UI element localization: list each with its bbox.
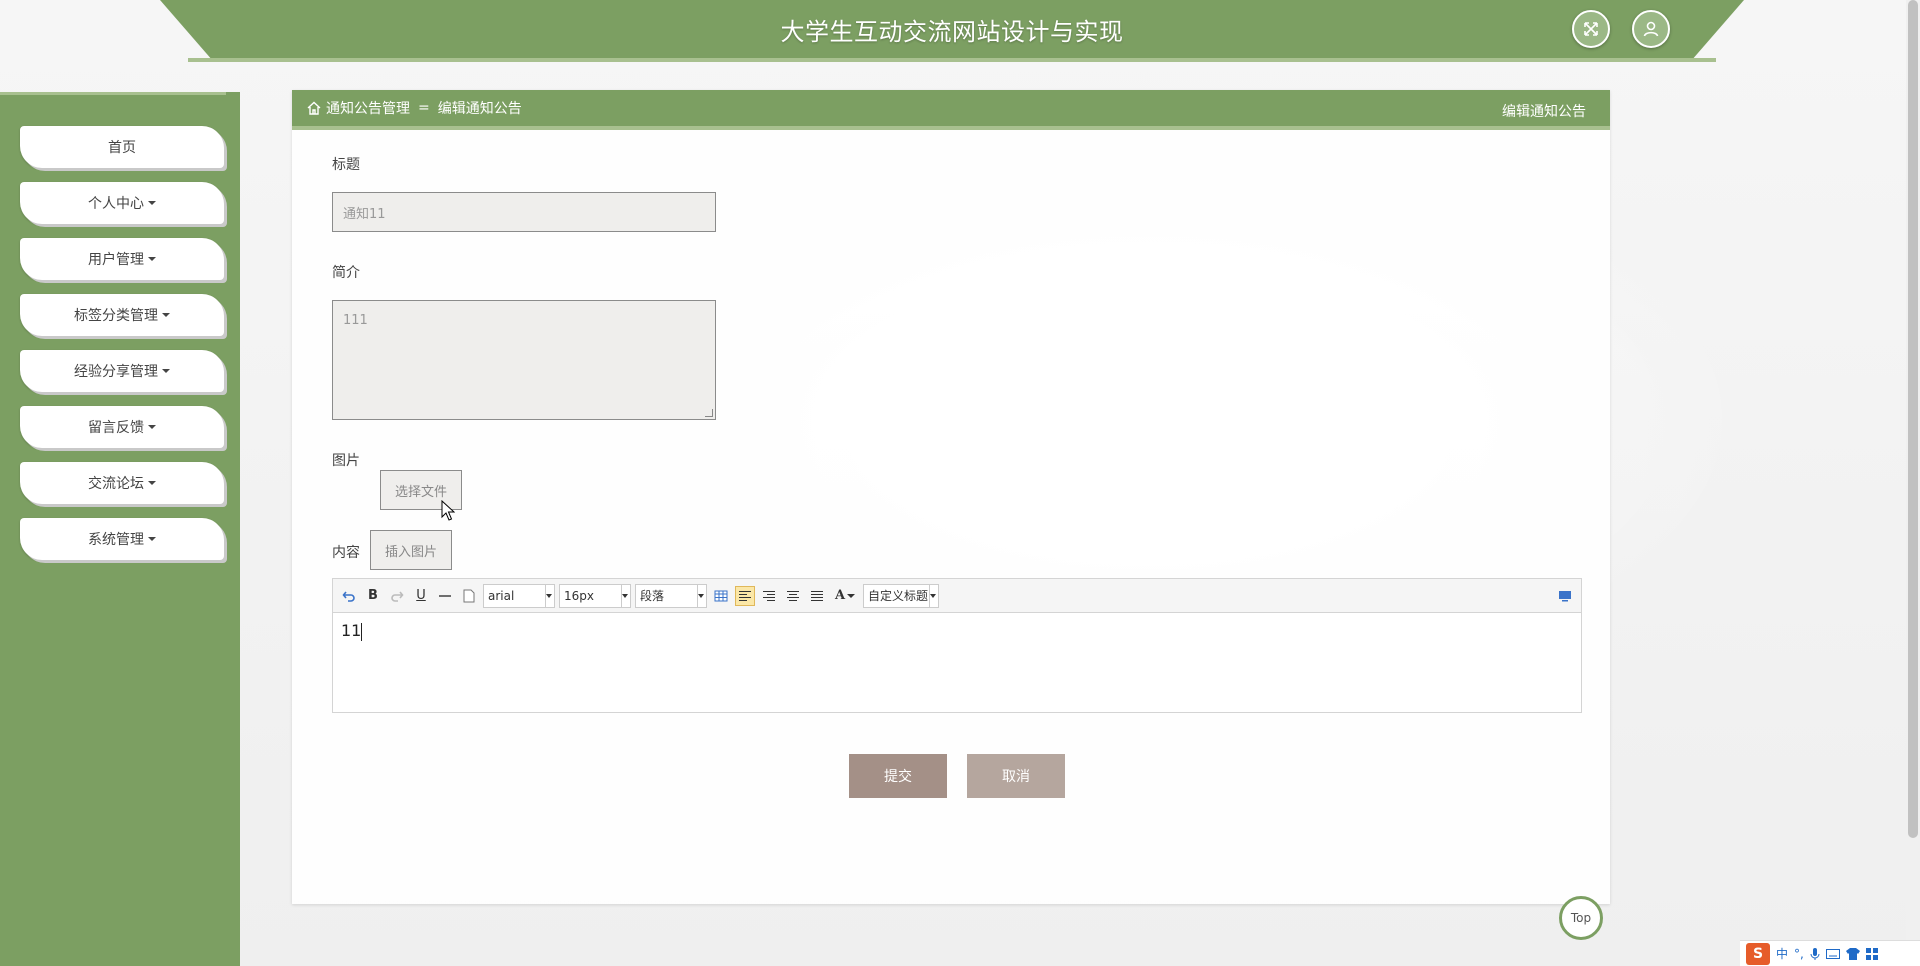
- undo-button[interactable]: [339, 586, 359, 606]
- font-family-select[interactable]: arial: [483, 583, 555, 608]
- mouse-pointer-icon: [441, 500, 455, 521]
- editor-toolbar: B U arial 16px 段落 A 自定义标题: [333, 579, 1581, 613]
- sidebar-item-experience-sharing[interactable]: 经验分享管理: [20, 350, 224, 392]
- fullscreen-icon: [1584, 22, 1598, 36]
- sidebar-item-forum[interactable]: 交流论坛: [20, 462, 224, 504]
- main-panel: 通知公告管理 = 编辑通知公告 编辑通知公告 标题 简介 111 图片 选择文件…: [292, 90, 1610, 904]
- fullscreen-editor-button[interactable]: [1555, 586, 1575, 606]
- monitor-icon: [1559, 590, 1571, 601]
- align-left-icon: [739, 590, 751, 601]
- content-label: 内容: [332, 545, 360, 561]
- ime-toolbar: S 中 °,: [1740, 940, 1920, 966]
- custom-heading-select[interactable]: 自定义标题: [863, 583, 939, 608]
- caret-down-icon: [162, 369, 170, 373]
- paragraph-select[interactable]: 段落: [635, 583, 707, 608]
- ime-punctuation[interactable]: °,: [1794, 947, 1804, 961]
- page-scrollbar[interactable]: [1906, 0, 1920, 966]
- submit-button[interactable]: 提交: [849, 754, 947, 798]
- user-icon: [1643, 21, 1659, 37]
- caret-down-icon: [148, 425, 156, 429]
- top-header: 大学生互动交流网站设计与实现: [160, 0, 1744, 62]
- user-button[interactable]: [1632, 10, 1670, 48]
- cancel-button[interactable]: 取消: [967, 754, 1065, 798]
- align-justify-icon: [811, 590, 823, 601]
- sidebar-item-home[interactable]: 首页: [20, 126, 224, 168]
- caret-down-icon: [162, 313, 170, 317]
- align-left-button[interactable]: [735, 585, 755, 606]
- align-justify-button[interactable]: [807, 586, 827, 606]
- undo-icon: [342, 590, 355, 602]
- bold-icon: B: [368, 588, 378, 603]
- back-to-top-button[interactable]: Top: [1559, 896, 1603, 940]
- sidebar-item-personal-center[interactable]: 个人中心: [20, 182, 224, 224]
- align-center-icon: [787, 590, 799, 601]
- breadcrumb-separator: =: [418, 100, 430, 116]
- skin-icon[interactable]: [1845, 947, 1860, 960]
- ime-language[interactable]: 中: [1776, 945, 1788, 962]
- align-center-button[interactable]: [783, 586, 803, 606]
- editor-content[interactable]: 11: [333, 613, 1581, 649]
- caret-down-icon: [847, 593, 856, 598]
- redo-icon: [391, 590, 404, 602]
- resize-grip-icon[interactable]: [705, 409, 713, 417]
- title-input[interactable]: [332, 192, 716, 232]
- align-right-button[interactable]: [759, 586, 779, 606]
- intro-textarea[interactable]: 111: [332, 300, 716, 420]
- sogou-ime-icon[interactable]: S: [1746, 942, 1770, 965]
- align-right-icon: [763, 590, 775, 601]
- document-icon: [463, 589, 475, 602]
- caret-down-icon: [148, 257, 156, 261]
- font-color-button[interactable]: A: [831, 586, 859, 606]
- bold-button[interactable]: B: [363, 586, 383, 606]
- caret-down-icon: [148, 481, 156, 485]
- breadcrumb: 通知公告管理 = 编辑通知公告 编辑通知公告: [292, 90, 1610, 130]
- site-title: 大学生互动交流网站设计与实现: [780, 18, 1124, 46]
- caret-down-icon: [148, 201, 156, 205]
- insert-image-button[interactable]: 插入图片: [370, 530, 452, 570]
- rich-text-editor: B U arial 16px 段落 A 自定义标题 11: [332, 578, 1582, 713]
- microphone-icon[interactable]: [1810, 947, 1820, 961]
- page-title: 编辑通知公告: [1502, 104, 1586, 120]
- insert-table-button[interactable]: [711, 586, 731, 606]
- fullscreen-button[interactable]: [1572, 10, 1610, 48]
- new-document-button[interactable]: [459, 586, 479, 606]
- caret-down-icon: [148, 537, 156, 541]
- keyboard-icon[interactable]: [1825, 948, 1840, 959]
- breadcrumb-current: 编辑通知公告: [437, 101, 522, 117]
- grid-menu-icon[interactable]: [1865, 947, 1878, 960]
- table-icon: [714, 590, 728, 601]
- title-label: 标题: [332, 157, 360, 173]
- underline-button[interactable]: U: [411, 586, 431, 606]
- underline-icon: U: [416, 588, 426, 603]
- font-size-select[interactable]: 16px: [559, 583, 631, 608]
- font-color-icon: A: [834, 588, 846, 603]
- image-label: 图片: [332, 453, 360, 469]
- sidebar-item-feedback[interactable]: 留言反馈: [20, 406, 224, 448]
- home-icon: [307, 101, 321, 115]
- sidebar-item-tag-category[interactable]: 标签分类管理: [20, 294, 224, 336]
- redo-button[interactable]: [387, 586, 407, 606]
- intro-label: 简介: [332, 265, 360, 281]
- sidebar-top-line: [0, 92, 226, 95]
- text-cursor: [361, 622, 363, 641]
- scrollbar-thumb[interactable]: [1908, 0, 1918, 838]
- sidebar-item-user-management[interactable]: 用户管理: [20, 238, 224, 280]
- sidebar-item-system[interactable]: 系统管理: [20, 518, 224, 560]
- breadcrumb-parent[interactable]: 通知公告管理: [326, 98, 410, 118]
- header-accent-line: [188, 58, 1716, 62]
- sidebar-menu: 首页 个人中心 用户管理 标签分类管理 经验分享管理 留言反馈 交流论坛 系统管…: [20, 126, 224, 574]
- horizontal-rule-button[interactable]: [435, 586, 455, 606]
- horizontal-rule-icon: [439, 594, 451, 597]
